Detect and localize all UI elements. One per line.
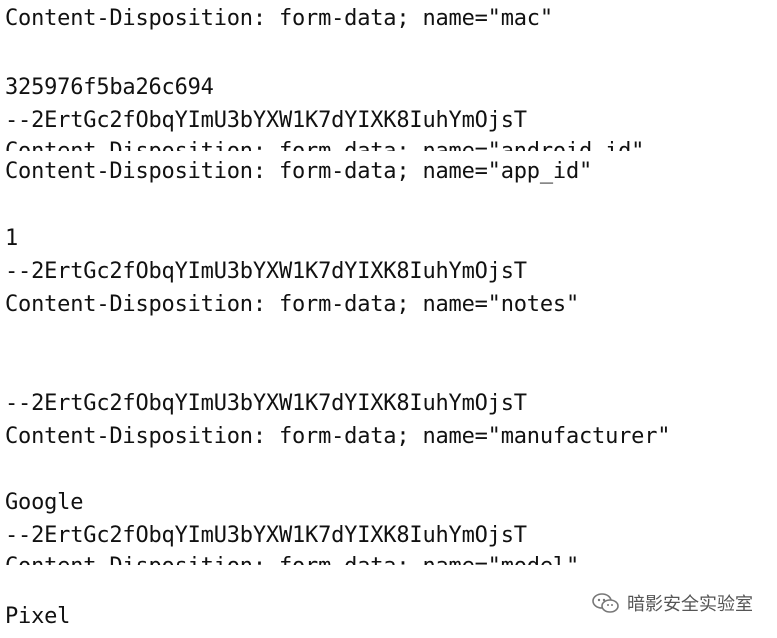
text-line: --2ErtGc2fObqYImU3bYXW1K7dYIXK8IuhYmOjsT <box>5 259 527 284</box>
watermark-text: 暗影安全实验室 <box>627 594 753 615</box>
text-line: Pixel <box>5 604 71 629</box>
watermark: 暗影安全实验室 <box>591 590 753 616</box>
wechat-icon <box>591 592 621 614</box>
clipped-line-strip: Content-Disposition: form-data; name="an… <box>0 141 777 151</box>
text-line: Content-Disposition: form-data; name="ap… <box>5 159 593 184</box>
text-line: Content-Disposition: form-data; name="ma… <box>5 6 553 31</box>
text-line-partial: Content-Disposition: form-data; name="an… <box>5 141 644 151</box>
text-line: Content-Disposition: form-data; name="ma… <box>5 424 671 449</box>
clipped-line-strip: Content-Disposition: form-data; name="mo… <box>0 556 777 565</box>
text-line: Content-Disposition: form-data; name="no… <box>5 292 579 317</box>
text-line: --2ErtGc2fObqYImU3bYXW1K7dYIXK8IuhYmOjsT <box>5 108 527 133</box>
text-line: 325976f5ba26c694 <box>5 75 214 100</box>
text-line: --2ErtGc2fObqYImU3bYXW1K7dYIXK8IuhYmOjsT <box>5 523 527 548</box>
text-line: --2ErtGc2fObqYImU3bYXW1K7dYIXK8IuhYmOjsT <box>5 391 527 416</box>
text-line-partial: Content-Disposition: form-data; name="mo… <box>5 556 579 565</box>
text-line: Google <box>5 490 84 515</box>
text-line: 1 <box>5 226 19 251</box>
screenshot-canvas: Content-Disposition: form-data; name="ma… <box>0 0 777 638</box>
